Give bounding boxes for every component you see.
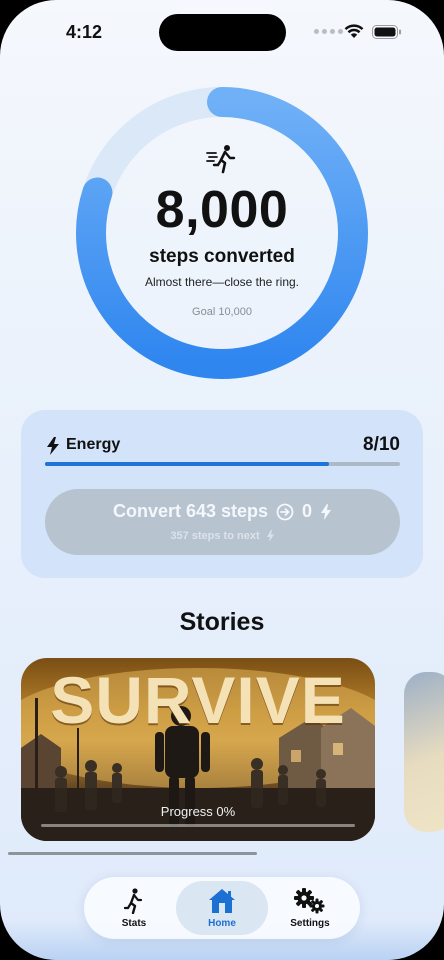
wifi-icon xyxy=(344,24,364,38)
story-card-survive[interactable]: SURVIVE Progress 0% xyxy=(21,658,375,841)
steps-converted-value: 8,000 xyxy=(155,181,289,239)
tab-home[interactable]: Home xyxy=(176,881,268,935)
tab-label: Home xyxy=(208,918,236,929)
tab-label: Settings xyxy=(290,918,330,929)
energy-label: Energy xyxy=(66,436,121,453)
battery-icon xyxy=(372,25,401,39)
steps-converted-label: steps converted xyxy=(149,246,295,267)
stories-heading: Stories xyxy=(179,608,265,636)
walker-speed-icon xyxy=(206,145,236,174)
stories-scroll-indicator[interactable] xyxy=(8,852,257,855)
goal-text: Goal 10,000 xyxy=(192,306,252,318)
house-icon xyxy=(209,889,235,913)
app-screen: 4:12 8,000 steps converted Almost there—… xyxy=(0,0,444,960)
tab-label: Stats xyxy=(121,918,147,929)
cellular-dots-icon xyxy=(314,29,343,34)
energy-value: 8/10 xyxy=(363,434,400,455)
bolt-icon xyxy=(321,503,332,520)
status-bar: 4:12 xyxy=(0,0,444,66)
energy-progress-fill xyxy=(45,462,329,466)
story-card-next-peek[interactable] xyxy=(404,672,444,832)
bolt-icon xyxy=(47,437,59,455)
bolt-icon xyxy=(266,530,274,542)
ring-subtitle: Almost there—close the ring. xyxy=(144,275,300,289)
tab-settings[interactable]: Settings xyxy=(264,881,356,935)
walking-person-icon xyxy=(124,888,143,914)
convert-steps-button[interactable]: Convert 643 steps 0 357 steps to next xyxy=(45,489,400,555)
status-time: 4:12 xyxy=(66,22,103,42)
tab-bar: Stats Home Settings xyxy=(84,877,360,939)
convert-button-label: Convert 643 steps xyxy=(112,501,269,521)
convert-energy-value: 0 xyxy=(302,501,313,521)
gears-icon xyxy=(294,888,325,914)
tab-stats[interactable]: Stats xyxy=(88,881,180,935)
steps-to-next-label: 357 steps to next xyxy=(170,530,260,542)
arrow-circle-icon xyxy=(276,503,294,520)
story-title: SURVIVE xyxy=(50,663,346,737)
dynamic-island xyxy=(159,14,286,51)
energy-progress-bar xyxy=(45,462,400,466)
story-progress-label: Progress 0% xyxy=(160,804,236,819)
story-progress-bar xyxy=(41,824,355,827)
